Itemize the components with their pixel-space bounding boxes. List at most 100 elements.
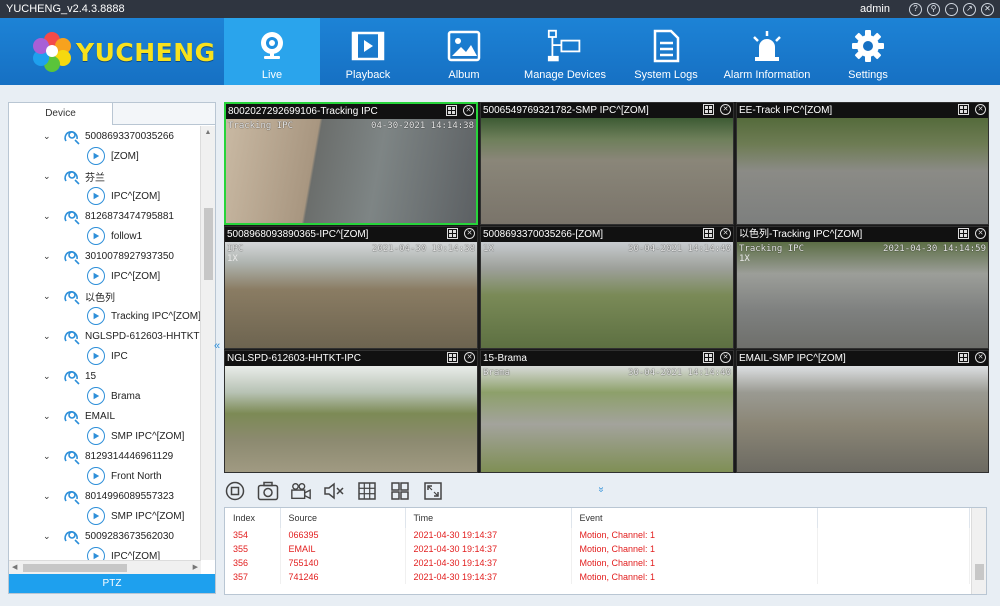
- nav-manage-devices[interactable]: Manage Devices: [512, 18, 618, 85]
- user-icon[interactable]: ⚲: [927, 2, 940, 16]
- qr-code-icon[interactable]: [958, 352, 969, 363]
- qr-code-icon[interactable]: [446, 105, 457, 116]
- tree-channel[interactable]: Front North: [9, 466, 201, 486]
- column-header-event[interactable]: Event: [571, 508, 818, 528]
- tree-channel[interactable]: follow1: [9, 226, 201, 246]
- tree-vertical-scrollbar[interactable]: ▲: [200, 126, 215, 560]
- scroll-up-icon[interactable]: ▲: [201, 126, 215, 140]
- record-video-icon[interactable]: [290, 480, 312, 502]
- scroll-right-icon[interactable]: ▶: [193, 561, 198, 575]
- camera-view[interactable]: 8002027292699106-Tracking IPC ✕ Tracking I…: [224, 102, 478, 225]
- ptz-button[interactable]: PTZ: [9, 574, 215, 593]
- nav-playback[interactable]: Playback: [320, 18, 416, 85]
- qr-code-icon[interactable]: [703, 104, 714, 115]
- tree-device[interactable]: ⌄ NGLSPD-612603-HHTKT: [9, 326, 201, 346]
- close-view-icon[interactable]: ✕: [975, 352, 986, 363]
- play-channel-icon[interactable]: [87, 467, 105, 485]
- play-channel-icon[interactable]: [87, 187, 105, 205]
- close-view-icon[interactable]: ✕: [464, 352, 475, 363]
- tree-device[interactable]: ⌄ 以色列: [9, 286, 201, 306]
- close-view-icon[interactable]: ✕: [720, 228, 731, 239]
- qr-code-icon[interactable]: [958, 104, 969, 115]
- chevron-down-icon[interactable]: ⌄: [43, 291, 53, 302]
- minimize-icon[interactable]: −: [945, 2, 958, 16]
- tree-channel[interactable]: Brama: [9, 386, 201, 406]
- scroll-left-icon[interactable]: ◀: [12, 561, 17, 575]
- close-view-icon[interactable]: ✕: [720, 352, 731, 363]
- table-row[interactable]: 355 EMAIL 2021-04-30 19:14:37 Motion, Chann…: [225, 542, 970, 556]
- column-header-index[interactable]: Index: [225, 508, 281, 528]
- tree-horizontal-scrollbar[interactable]: ◀ ▶: [9, 560, 201, 574]
- camera-view[interactable]: 以色列-Tracking IPC^[ZOM] ✕ Tracking IPC 2021-…: [736, 226, 989, 349]
- play-channel-icon[interactable]: [87, 147, 105, 165]
- table-row[interactable]: 356 755140 2021-04-30 19:14:37 Motion, Chan…: [225, 556, 970, 570]
- play-channel-icon[interactable]: [87, 387, 105, 405]
- tree-device[interactable]: ⌄ 5008693370035266: [9, 126, 201, 146]
- chevron-down-icon[interactable]: ⌄: [43, 491, 53, 502]
- chevron-down-icon[interactable]: ⌄: [43, 331, 53, 342]
- table-row[interactable]: 357 741246 2021-04-30 19:14:37 Motion, Chan…: [225, 570, 970, 584]
- tree-channel[interactable]: SMP IPC^[ZOM]: [9, 506, 201, 526]
- table-row[interactable]: 354 066395 2021-04-30 19:14:37 Motion, Chan…: [225, 528, 970, 542]
- help-icon[interactable]: ?: [909, 2, 922, 16]
- column-header-source[interactable]: Source: [280, 508, 406, 528]
- column-header-time[interactable]: Time: [405, 508, 572, 528]
- expand-events-icon[interactable]: »: [595, 487, 606, 493]
- nav-system-logs[interactable]: System Logs: [618, 18, 714, 85]
- event-vertical-scrollbar[interactable]: [971, 508, 986, 594]
- tree-channel[interactable]: IPC: [9, 346, 201, 366]
- fullscreen-icon[interactable]: [422, 480, 444, 502]
- play-channel-icon[interactable]: [87, 427, 105, 445]
- tree-device[interactable]: ⌄ 8129314446961129: [9, 446, 201, 466]
- chevron-down-icon[interactable]: ⌄: [43, 251, 53, 262]
- chevron-down-icon[interactable]: ⌄: [43, 451, 53, 462]
- tree-device[interactable]: ⌄ 8126873474795881: [9, 206, 201, 226]
- qr-code-icon[interactable]: [447, 228, 458, 239]
- nav-live[interactable]: Live: [224, 18, 320, 85]
- qr-code-icon[interactable]: [958, 228, 969, 239]
- camera-view[interactable]: EE-Track IPC^[ZOM] ✕: [736, 102, 989, 225]
- split-screen-icon[interactable]: [389, 480, 411, 502]
- tree-device[interactable]: ⌄ 芬兰: [9, 166, 201, 186]
- chevron-down-icon[interactable]: ⌄: [43, 371, 53, 382]
- scroll-thumb[interactable]: [23, 564, 127, 572]
- close-view-icon[interactable]: ✕: [464, 228, 475, 239]
- qr-code-icon[interactable]: [447, 352, 458, 363]
- maximize-icon[interactable]: ↗: [963, 2, 976, 16]
- tree-device[interactable]: ⌄ EMAIL: [9, 406, 201, 426]
- collapse-panel-icon[interactable]: «: [214, 340, 220, 352]
- play-channel-icon[interactable]: [87, 267, 105, 285]
- chevron-down-icon[interactable]: ⌄: [43, 171, 53, 182]
- play-channel-icon[interactable]: [87, 347, 105, 365]
- tree-channel[interactable]: [ZOM]: [9, 146, 201, 166]
- scroll-thumb[interactable]: [975, 564, 984, 580]
- close-view-icon[interactable]: ✕: [975, 104, 986, 115]
- play-channel-icon[interactable]: [87, 307, 105, 325]
- grid-layout-icon[interactable]: [356, 480, 378, 502]
- chevron-down-icon[interactable]: ⌄: [43, 211, 53, 222]
- tree-device[interactable]: ⌄ 3010078927937350: [9, 246, 201, 266]
- tab-device[interactable]: Device: [9, 103, 113, 125]
- qr-code-icon[interactable]: [703, 352, 714, 363]
- camera-view[interactable]: 15-Brama ✕ Brama 30-04-2021 14:14:40: [480, 350, 734, 473]
- camera-view[interactable]: 5008693370035266-[ZOM] ✕ 1X 30-04-2021 14:1…: [480, 226, 734, 349]
- play-channel-icon[interactable]: [87, 507, 105, 525]
- tree-channel[interactable]: IPC^[ZOM]: [9, 266, 201, 286]
- snapshot-camera-icon[interactable]: [257, 480, 279, 502]
- nav-album[interactable]: Album: [416, 18, 512, 85]
- nav-alarm-information[interactable]: Alarm Information: [714, 18, 820, 85]
- scroll-thumb[interactable]: [204, 208, 213, 280]
- camera-view[interactable]: 5006549769321782-SMP IPC^[ZOM] ✕: [480, 102, 734, 225]
- stop-icon[interactable]: [224, 480, 246, 502]
- camera-view[interactable]: 5008968093890365-IPC^[ZOM] ✕ IPC 2021-04-30…: [224, 226, 478, 349]
- tree-channel[interactable]: Tracking IPC^[ZOM]: [9, 306, 201, 326]
- close-icon[interactable]: ✕: [981, 2, 994, 16]
- tree-device[interactable]: ⌄ 5009283673562030: [9, 526, 201, 546]
- play-channel-icon[interactable]: [87, 547, 105, 560]
- chevron-down-icon[interactable]: ⌄: [43, 531, 53, 542]
- close-view-icon[interactable]: ✕: [463, 105, 474, 116]
- camera-view[interactable]: NGLSPD-612603-HHTKT-IPC ✕: [224, 350, 478, 473]
- tree-device[interactable]: ⌄ 8014996089557323: [9, 486, 201, 506]
- user-name[interactable]: admin: [860, 3, 890, 15]
- tree-channel[interactable]: SMP IPC^[ZOM]: [9, 426, 201, 446]
